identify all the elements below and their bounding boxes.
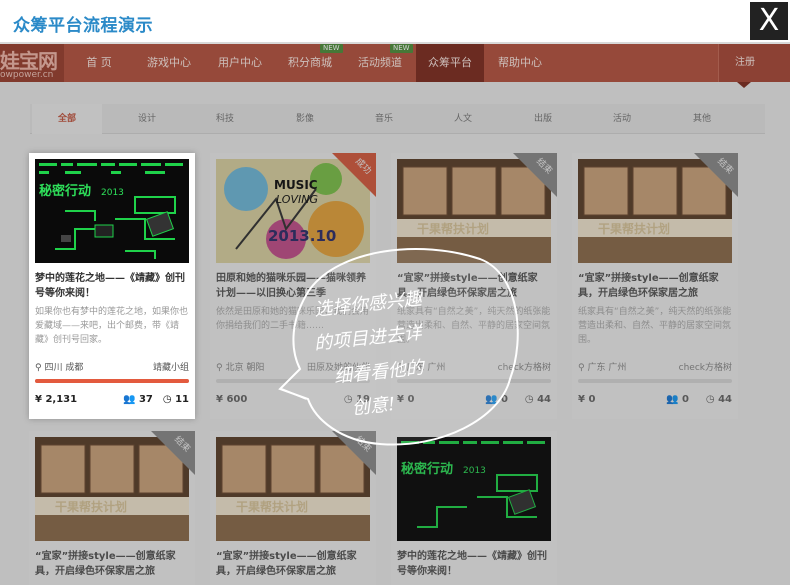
project-title[interactable]: “宜家”拼接style——创意纸家具，开启绿色环保家居之旅 xyxy=(216,549,372,579)
paper-banner: 干果帮扶计划 xyxy=(236,499,308,514)
location-pin-icon: ⚲ xyxy=(216,363,223,373)
project-stats: ¥ 2,131 👥 37 ◷ 11 xyxy=(35,394,189,408)
yen-icon: ¥ xyxy=(216,394,223,405)
category-tabs: 全部 设计 科技 影像 音乐 人文 出版 活动 其他 xyxy=(30,104,765,134)
nav-caret-icon xyxy=(737,82,751,88)
status-ribbon: 结束 xyxy=(513,153,557,197)
project-card[interactable]: 干果帮扶计划 结束 “宜家”拼接style——创意纸家具，开启绿色环保家居之旅 xyxy=(29,431,195,585)
status-ribbon: 结束 xyxy=(694,153,738,197)
tab-events[interactable]: 活动 xyxy=(587,104,657,134)
tab-humanities[interactable]: 人文 xyxy=(428,104,498,134)
location-pin-icon: ⚲ xyxy=(35,363,42,373)
paper-banner: 干果帮扶计划 xyxy=(55,499,127,514)
window-titlebar: 众筹平台流程演示 X xyxy=(0,0,790,44)
money-stat: ¥ 600 xyxy=(216,394,247,405)
close-button[interactable]: X xyxy=(750,2,788,40)
clock-icon: ◷ xyxy=(162,394,172,405)
money-stat: ¥ 2,131 xyxy=(35,394,77,405)
money-value: 2,131 xyxy=(45,394,78,405)
project-location: ⚲ 北京 朝阳 xyxy=(216,360,264,373)
users-icon: 👥 xyxy=(666,394,679,405)
new-badge: NEW xyxy=(390,44,413,53)
music-sub: LOVING xyxy=(276,193,318,206)
days-value: 44 xyxy=(537,394,551,405)
game-title: 秘密行动 xyxy=(39,183,91,199)
tab-other[interactable]: 其他 xyxy=(667,104,737,134)
progress-fill xyxy=(35,379,189,383)
days-value: 11 xyxy=(175,394,189,405)
tab-publishing[interactable]: 出版 xyxy=(508,104,578,134)
users-icon: 👥 xyxy=(123,394,136,405)
project-image: 秘密行动 2013 xyxy=(35,159,189,263)
backers-value: 37 xyxy=(138,394,153,405)
days-stat: ◷ 11 xyxy=(163,394,189,405)
project-card[interactable]: 秘密行动 2013 梦中的莲花之地——《靖藏》创刊号等你来阅！ 如果你也有梦中的… xyxy=(29,153,195,419)
project-desc: 如果你也有梦中的莲花之地，如果你也爱藏域——来吧，出个邮费，带《靖藏》创刊号回家… xyxy=(35,307,189,345)
tab-tech[interactable]: 科技 xyxy=(190,104,260,134)
tip-bubble: 选择你感兴趣 的项目进去详 细看看他的 创意! xyxy=(270,229,530,469)
nav-home[interactable]: 首 页 xyxy=(74,44,124,82)
site-nav: 娃宝网 owpower.cn 首 页 游戏中心 用户中心 积分商城 NEW 活动… xyxy=(0,44,790,82)
project-location: ⚲ 广东 广州 xyxy=(578,360,626,373)
yen-icon: ¥ xyxy=(578,394,585,405)
backers-stat: 👥 37 xyxy=(123,394,153,405)
register-label: 注册 xyxy=(735,57,755,68)
new-badge: NEW xyxy=(320,44,343,53)
project-location: ⚲ 四川 成都 xyxy=(35,360,83,373)
project-group: check方格树 xyxy=(678,363,732,373)
days-stat: ◷ 44 xyxy=(706,394,732,405)
project-title[interactable]: 梦中的莲花之地——《靖藏》创刊号等你来阅！ xyxy=(397,549,553,579)
project-title[interactable]: “宜家”拼接style——创意纸家具，开启绿色环保家居之旅 xyxy=(35,549,191,579)
nav-help[interactable]: 帮助中心 xyxy=(488,44,552,82)
nav-user-center[interactable]: 用户中心 xyxy=(207,44,273,82)
project-title[interactable]: 梦中的莲花之地——《靖藏》创刊号等你来阅！ xyxy=(35,271,191,301)
nav-crowdfunding[interactable]: 众筹平台 xyxy=(416,44,484,82)
backers-value: 0 xyxy=(681,394,689,405)
money-value: 0 xyxy=(588,394,596,405)
tab-music[interactable]: 音乐 xyxy=(349,104,419,134)
status-ribbon: 成功 xyxy=(332,153,376,197)
music-title: MUSIC xyxy=(274,178,318,192)
project-title[interactable]: “宜家”拼接style——创意纸家具，开启绿色环保家居之旅 xyxy=(578,271,734,301)
register-link[interactable]: 注册 xyxy=(718,44,790,82)
tab-video[interactable]: 影像 xyxy=(270,104,340,134)
money-stat: ¥ 0 xyxy=(578,394,595,405)
nav-games[interactable]: 游戏中心 xyxy=(136,44,202,82)
location-text: 北京 朝阳 xyxy=(225,363,265,373)
yen-icon: ¥ xyxy=(35,394,42,405)
location-pin-icon: ⚲ xyxy=(578,363,585,373)
logo-sub: owpower.cn xyxy=(0,70,54,80)
location-text: 广东 广州 xyxy=(587,363,627,373)
location-text: 四川 成都 xyxy=(44,363,84,373)
project-desc: 纸家具有“自然之美”，纯天然的纸张能营造出柔和、自然、平静的居家空间氛围。 xyxy=(578,307,732,345)
game-year: 2013 xyxy=(101,188,124,198)
progress-bar xyxy=(578,379,732,383)
site-stage: 娃宝网 owpower.cn 首 页 游戏中心 用户中心 积分商城 NEW 活动… xyxy=(0,44,790,585)
money-value: 600 xyxy=(226,394,248,405)
window-title: 众筹平台流程演示 xyxy=(13,16,153,36)
paper-banner: 干果帮扶计划 xyxy=(598,221,670,236)
tab-all[interactable]: 全部 xyxy=(32,104,102,134)
progress-bar xyxy=(35,379,189,383)
clock-icon: ◷ xyxy=(705,394,715,405)
project-stats: ¥ 0 👥 0 ◷ 44 xyxy=(578,394,732,408)
site-logo[interactable]: 娃宝网 owpower.cn xyxy=(0,44,64,82)
days-value: 44 xyxy=(718,394,732,405)
tip-line: 创意! xyxy=(350,393,397,420)
project-group: 靖藏小组 xyxy=(152,363,189,373)
status-ribbon: 结束 xyxy=(151,431,195,475)
backers-stat: 👥 0 xyxy=(666,394,689,405)
tab-design[interactable]: 设计 xyxy=(112,104,182,134)
project-card[interactable]: 干果帮扶计划 结束 “宜家”拼接style——创意纸家具，开启绿色环保家居之旅 … xyxy=(572,153,738,419)
